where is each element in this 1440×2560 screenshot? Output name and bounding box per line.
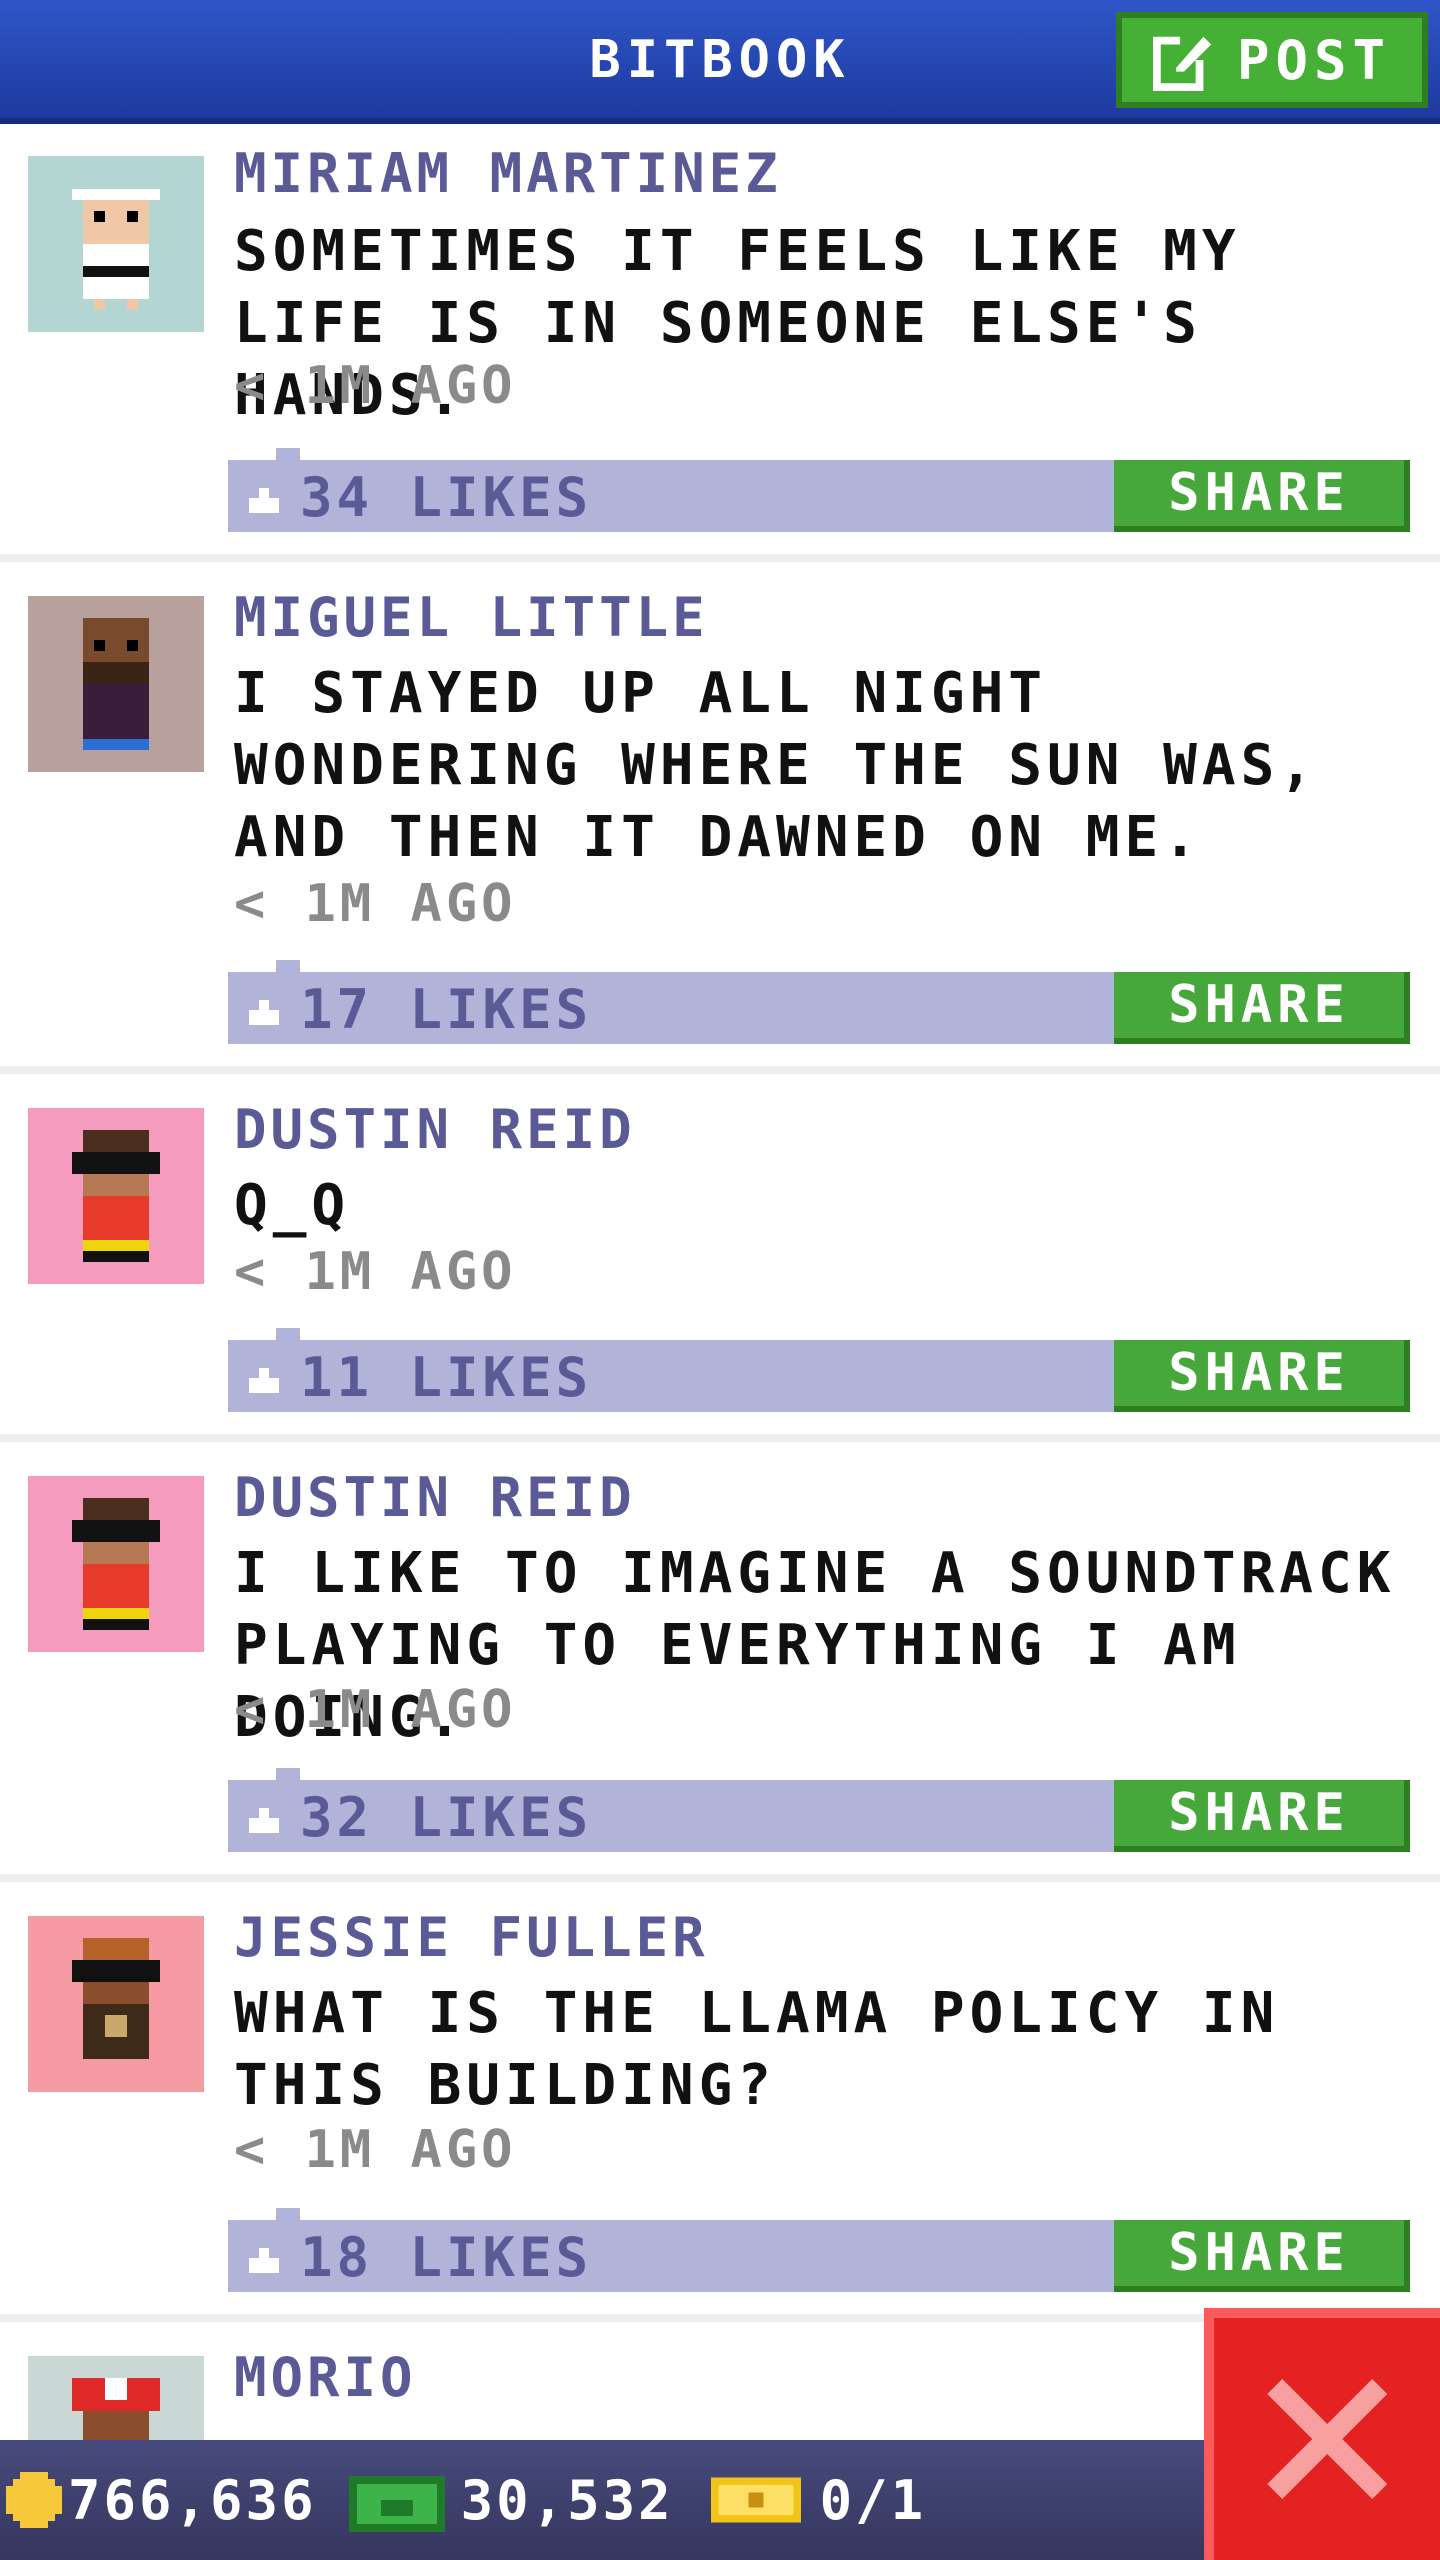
share-button[interactable]: SHARE [1114, 2220, 1410, 2292]
feed-list[interactable]: MIRIAM MARTINEZ SOMETIMES IT FEELS LIKE … [0, 124, 1440, 2440]
ticket-icon [710, 2477, 801, 2523]
thumbs-up-icon [249, 1367, 279, 1393]
cash-icon [348, 2476, 445, 2532]
bux-value: 30,532 [460, 2468, 674, 2532]
share-button[interactable]: SHARE [1114, 972, 1410, 1044]
post-button[interactable]: POST [1116, 12, 1428, 108]
post-time: < 1M AGO [234, 1680, 517, 1740]
post-text: I STAYED UP ALL NIGHT WONDERING WHERE TH… [234, 661, 1319, 870]
share-button[interactable]: SHARE [1114, 460, 1410, 532]
avatar[interactable] [28, 1916, 204, 2092]
feed-post: MIRIAM MARTINEZ SOMETIMES IT FEELS LIKE … [0, 124, 1440, 562]
feed-post: DUSTIN REID I LIKE TO IMAGINE A SOUNDTRA… [0, 1442, 1440, 1882]
post-author[interactable]: JESSIE FULLER [234, 1906, 709, 1969]
coin-icon [6, 2472, 62, 2528]
likes-bar: 32 LIKES SHARE [228, 1768, 1410, 1852]
likes-bar: 34 LIKES SHARE [228, 448, 1410, 532]
thumbs-up-icon [249, 2247, 279, 2273]
coins-value: 766,636 [68, 2468, 317, 2532]
post-time: < 1M AGO [234, 874, 517, 934]
post-author[interactable]: MIRIAM MARTINEZ [234, 142, 782, 205]
post-button-label: POST [1236, 28, 1392, 92]
close-button[interactable] [1204, 2308, 1440, 2560]
post-time: < 1M AGO [234, 356, 517, 416]
feed-post: DUSTIN REID Q_Q < 1M AGO 11 LIKES SHARE [0, 1074, 1440, 1442]
post-time: < 1M AGO [234, 2120, 517, 2180]
like-button[interactable]: 34 LIKES [244, 466, 592, 529]
feed-post: JESSIE FULLER WHAT IS THE LLAMA POLICY I… [0, 1882, 1440, 2322]
post-text: Q_Q [234, 1173, 351, 1238]
likes-bar: 11 LIKES SHARE [228, 1328, 1410, 1412]
post-author[interactable]: DUSTIN REID [234, 1466, 636, 1529]
like-button[interactable]: 11 LIKES [244, 1346, 592, 1409]
bux-stat: 30,532 [348, 2468, 674, 2532]
post-author[interactable]: MORIO [234, 2346, 417, 2409]
share-button[interactable]: SHARE [1114, 1340, 1410, 1412]
thumbs-up-icon [249, 487, 279, 513]
coins-stat: 766,636 [6, 2469, 317, 2532]
share-button[interactable]: SHARE [1114, 1780, 1410, 1852]
like-button[interactable]: 18 LIKES [244, 2226, 592, 2289]
feed-post: MIGUEL LITTLE I STAYED UP ALL NIGHT WOND… [0, 562, 1440, 1074]
post-time: < 1M AGO [234, 1242, 517, 1302]
thumbs-up-icon [249, 1807, 279, 1833]
tickets-stat: 0/1 [710, 2469, 927, 2532]
like-button[interactable]: 17 LIKES [244, 978, 592, 1041]
close-icon [1267, 2379, 1387, 2499]
post-author[interactable]: MIGUEL LITTLE [234, 586, 709, 649]
avatar[interactable] [28, 156, 204, 332]
avatar[interactable] [28, 1476, 204, 1652]
app-header: BITBOOK POST [0, 0, 1440, 124]
tickets-value: 0/1 [819, 2468, 927, 2532]
avatar[interactable] [28, 1108, 204, 1284]
post-text: WHAT IS THE LLAMA POLICY IN THIS BUILDIN… [234, 1981, 1280, 2118]
avatar[interactable] [28, 2356, 204, 2440]
likes-bar: 18 LIKES SHARE [228, 2208, 1410, 2292]
thumbs-up-icon [249, 999, 279, 1025]
edit-icon [1152, 32, 1212, 91]
post-author[interactable]: DUSTIN REID [234, 1098, 636, 1161]
like-button[interactable]: 32 LIKES [244, 1786, 592, 1849]
avatar[interactable] [28, 596, 204, 772]
likes-bar: 17 LIKES SHARE [228, 960, 1410, 1044]
